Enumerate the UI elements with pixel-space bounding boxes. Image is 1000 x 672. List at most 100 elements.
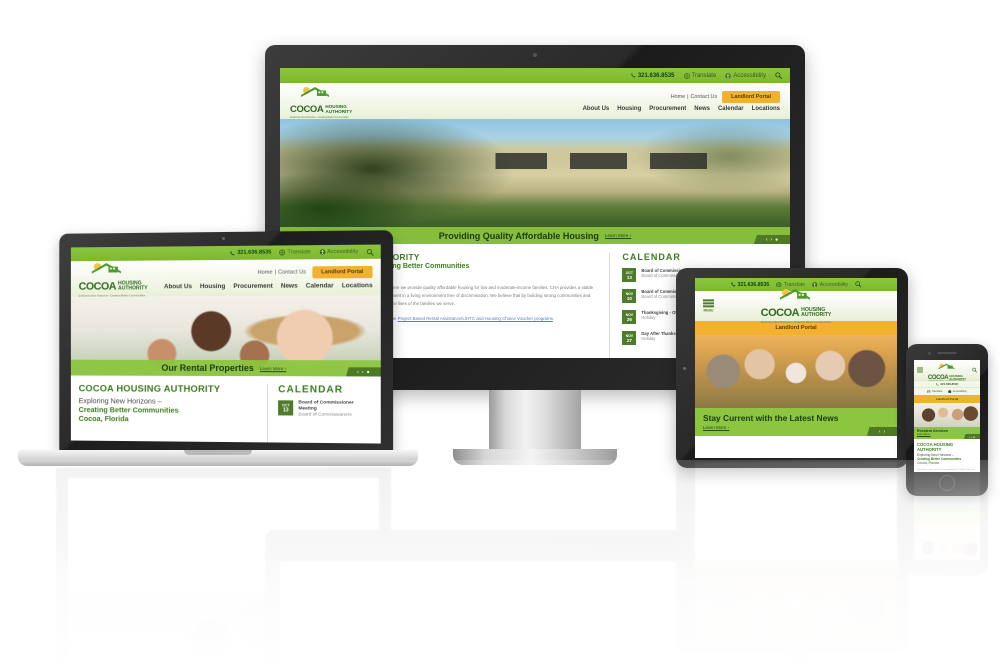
nav-item-procurement[interactable]: Procurement: [649, 106, 686, 112]
slider-pause-button[interactable]: ●: [973, 435, 975, 439]
search-button[interactable]: [972, 367, 977, 373]
menu-button[interactable]: [703, 299, 714, 308]
nav-item-news[interactable]: News: [694, 106, 710, 112]
search-button[interactable]: [855, 281, 862, 288]
translate-label: Translate: [691, 72, 717, 79]
slider-next-button[interactable]: ›: [971, 435, 972, 439]
slider-controls[interactable]: ‹ › ●: [964, 434, 980, 439]
slider-pause-button[interactable]: ●: [775, 237, 778, 243]
calendar-event[interactable]: OCT 13 Board of Commissioner Meeting Boa…: [278, 400, 372, 418]
home-button[interactable]: [939, 475, 955, 491]
slider-pause-button[interactable]: ●: [367, 369, 370, 375]
translate-icon: [927, 389, 931, 394]
nav-item-locations[interactable]: Locations: [752, 106, 780, 112]
translate-link[interactable]: Translate: [279, 249, 311, 255]
phone-link[interactable]: 321.636.8535: [730, 282, 769, 288]
accessibility-link[interactable]: Accessibility: [948, 389, 967, 394]
hero-slider[interactable]: Our Rental Properties Learn More › ‹ › ●: [70, 295, 381, 377]
hero-learn-more-link[interactable]: Learn More ›: [260, 366, 286, 371]
webcam-icon: [222, 236, 225, 241]
contact-link[interactable]: Contact Us: [278, 269, 306, 275]
intro-location-text: Cocoa, Florida: [78, 413, 129, 424]
tablet-screen: 321.636.8535 Translate Accessibility MEN…: [695, 278, 897, 458]
contact-link[interactable]: Contact Us: [690, 94, 717, 100]
nav-item-about-us[interactable]: About Us: [583, 106, 610, 112]
translate-icon: [776, 281, 782, 288]
landlord-portal-button[interactable]: Landlord Portal: [312, 265, 373, 278]
slider-next-button[interactable]: ›: [884, 429, 886, 435]
intro-paragraph-1: Welcome to the Cocoa Housing Authority (…: [917, 469, 975, 471]
menu-label: MENU: [703, 308, 714, 313]
translate-link[interactable]: Translate: [683, 72, 717, 79]
event-date-chip: NOV 26: [622, 310, 637, 324]
accessibility-link[interactable]: Accessibility: [319, 249, 358, 255]
monitor-stand-neck: [489, 390, 581, 456]
website-laptop: 321.636.8535 Translate Accessibility COC…: [70, 244, 381, 444]
event-day: 10: [626, 295, 632, 301]
slider-prev-button[interactable]: ‹: [357, 369, 359, 375]
page-content: COCOA HOUSING AUTHORITY Exploring New Ho…: [70, 375, 381, 444]
housing-authority-building-photo: [280, 119, 790, 244]
site-logo[interactable]: COCOA HOUSING AUTHORITY Exploring New Ho…: [758, 288, 834, 324]
translate-link[interactable]: Translate: [927, 389, 942, 394]
slider-prev-button[interactable]: ‹: [879, 429, 881, 435]
search-icon: [366, 248, 373, 255]
site-logo[interactable]: COCOA HOUSING AUTHORITY Exploring New Ho…: [927, 360, 967, 382]
hero-slider[interactable]: [914, 403, 980, 427]
hero-learn-more-link[interactable]: Learn More ›: [703, 425, 889, 430]
home-link[interactable]: Home: [258, 269, 273, 275]
search-button[interactable]: [775, 72, 782, 79]
reflection-fade: [0, 460, 1000, 672]
landlord-portal-button[interactable]: Landlord Portal: [722, 90, 780, 103]
header-right: Home | Contact Us Landlord Portal About …: [583, 90, 780, 112]
hero-slider[interactable]: Providing Quality Affordable Housing Lea…: [280, 119, 790, 244]
accessibility-link[interactable]: Accessibility: [812, 282, 848, 288]
website-phone: COCOA HOUSING AUTHORITY Exploring New Ho…: [914, 360, 980, 472]
slider-controls[interactable]: ‹ ›: [867, 427, 897, 436]
nav-item-calendar[interactable]: Calendar: [306, 282, 334, 289]
nav-item-news[interactable]: News: [281, 282, 298, 289]
translate-link[interactable]: Translate: [776, 282, 805, 288]
search-button[interactable]: [366, 248, 373, 255]
nav-item-housing[interactable]: Housing: [617, 106, 641, 112]
accessibility-icon: [725, 72, 732, 79]
site-header: MENU COCOA HOUSING AUTHORITY Exploring N…: [695, 288, 897, 324]
home-link[interactable]: Home: [671, 94, 685, 100]
logo-cocoa-text: COCOA: [760, 307, 800, 320]
phone-link[interactable]: 321.636.8535: [631, 73, 675, 79]
site-logo[interactable]: COCOA HOUSING AUTHORITY Exploring New Ho…: [290, 83, 352, 119]
slider-next-button[interactable]: ›: [362, 369, 364, 375]
accessibility-link[interactable]: Accessibility: [725, 73, 766, 79]
menu-button[interactable]: [917, 367, 923, 373]
nav-item-calendar[interactable]: Calendar: [718, 106, 744, 112]
slider-prev-button[interactable]: ‹: [766, 237, 768, 243]
logo-roof-icon: [938, 363, 955, 370]
header-utility-links: Home | Contact Us: [671, 94, 717, 100]
site-logo[interactable]: COCOA HOUSING AUTHORITY Exploring New Ho…: [79, 260, 148, 297]
translate-label: Translate: [783, 281, 806, 288]
logo-roof-icon: [779, 289, 810, 301]
intro-column: COCOA HOUSING AUTHORITY Exploring New Ho…: [79, 383, 268, 442]
accessibility-label: Accessibility: [733, 72, 766, 79]
nav-item-locations[interactable]: Locations: [342, 282, 373, 289]
calendar-heading: CALENDAR: [622, 252, 681, 262]
phone-link[interactable]: 321.636.8535: [230, 250, 271, 256]
hero-caption-text: Providing Quality Affordable Housing: [438, 230, 599, 241]
logo-house-icon: COCOA HOUSING AUTHORITY Exploring New Ho…: [290, 86, 352, 119]
site-header: COCOA HOUSING AUTHORITY Exploring New Ho…: [914, 360, 980, 382]
nav-item-about-us[interactable]: About Us: [164, 283, 192, 290]
hero-caption-text: Our Rental Properties: [161, 362, 254, 374]
landlord-portal-bar[interactable]: Landlord Portal: [914, 395, 980, 403]
hero-slider[interactable]: [695, 335, 897, 408]
programs-link[interactable]: Project Based Rental Assistance/LIHTC an…: [398, 316, 553, 321]
slider-next-button[interactable]: ›: [770, 237, 772, 243]
slider-controls[interactable]: ‹ › ●: [346, 367, 381, 376]
nav-item-housing[interactable]: Housing: [200, 282, 225, 289]
translate-icon: [279, 249, 285, 255]
hero-learn-more-link[interactable]: Learn More ›: [605, 233, 631, 238]
slider-controls[interactable]: ‹ › ●: [754, 235, 790, 244]
phone-icon: [631, 73, 636, 78]
nav-item-procurement[interactable]: Procurement: [233, 282, 272, 289]
calendar-heading: CALENDAR: [278, 384, 344, 396]
slider-prev-button[interactable]: ‹: [969, 435, 970, 439]
